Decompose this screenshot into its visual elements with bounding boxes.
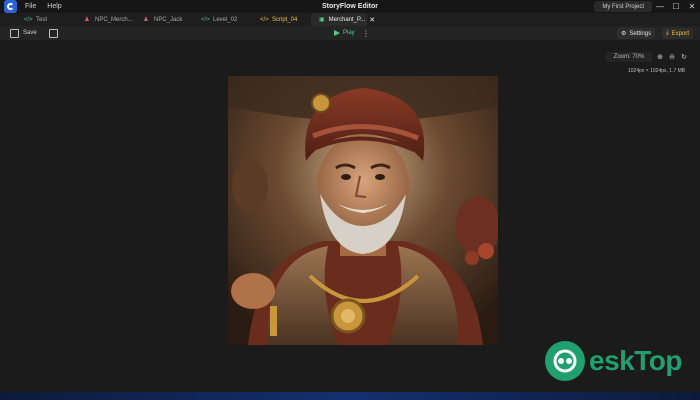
- code-icon: </>: [24, 16, 33, 23]
- gear-icon: ⚙: [621, 31, 627, 37]
- play-button[interactable]: Play: [334, 30, 355, 36]
- save-button[interactable]: Save: [0, 28, 43, 39]
- code-icon: </>: [201, 16, 210, 23]
- tab-label: Level_02: [213, 16, 238, 23]
- tab-test[interactable]: </> Test: [16, 13, 75, 26]
- watermark-logo-icon: [545, 341, 585, 381]
- play-label: Play: [343, 30, 355, 36]
- save-label: Save: [23, 30, 37, 36]
- close-tab-icon[interactable]: ✕: [369, 16, 375, 24]
- image-info: 1024px × 1024px, 1.7 MB: [628, 68, 686, 74]
- export-button[interactable]: ⤓ Export: [662, 28, 693, 39]
- title-bar: File Help StoryFlow Editor My First Proj…: [0, 0, 700, 13]
- tab-label: Test: [36, 16, 48, 23]
- tab-bar: </> Test ♟ NPC_Merch... ♟ NPC_Jack </> L…: [0, 13, 700, 26]
- desktop-taskbar-strip: [0, 392, 700, 400]
- menu-bar: File Help: [25, 3, 62, 10]
- more-options-icon[interactable]: ⋮: [362, 29, 370, 38]
- close-window-button[interactable]: ✕: [684, 0, 700, 13]
- zoom-level: Zoom: 70%: [606, 52, 652, 62]
- tab-level-02[interactable]: </> Level_02: [193, 13, 252, 26]
- character-icon: ♟: [84, 17, 90, 23]
- merchant-portrait-image: [228, 76, 498, 345]
- tab-npc-merchant[interactable]: ♟ NPC_Merch...: [75, 13, 134, 26]
- character-icon: ♟: [143, 17, 149, 23]
- download-icon: ⤓: [666, 30, 669, 36]
- tab-label: NPC_Jack: [154, 16, 183, 23]
- minimize-button[interactable]: —: [652, 0, 668, 13]
- maximize-button[interactable]: ☐: [668, 0, 684, 13]
- tab-script-04[interactable]: </> Script_04: [252, 13, 311, 26]
- zoom-out-icon[interactable]: ⊖: [667, 52, 677, 62]
- settings-button[interactable]: ⚙ Settings: [617, 28, 656, 39]
- desktop-watermark: eskTop: [545, 341, 682, 381]
- tab-label: NPC_Merch...: [95, 16, 133, 23]
- new-file-button[interactable]: [43, 28, 64, 39]
- menu-help[interactable]: Help: [47, 3, 61, 10]
- reset-zoom-icon[interactable]: ↻: [679, 52, 689, 62]
- app-logo-icon: [4, 0, 17, 13]
- save-icon: [10, 28, 19, 38]
- project-selector[interactable]: My First Project: [594, 1, 652, 12]
- tab-label: Script_04: [272, 16, 298, 23]
- tab-merchant-portrait[interactable]: ▣ Merchant_P... ✕: [311, 13, 375, 26]
- tab-label: Merchant_P...: [328, 16, 366, 23]
- watermark-text: eskTop: [589, 345, 682, 376]
- image-icon: ▣: [319, 17, 325, 23]
- settings-label: Settings: [629, 30, 652, 37]
- menu-file[interactable]: File: [25, 3, 36, 10]
- tab-npc-jack[interactable]: ♟ NPC_Jack: [134, 13, 193, 26]
- zoom-in-icon[interactable]: ⊕: [655, 52, 665, 62]
- toolbar: Save Play ⋮ ⚙ Settings ⤓ Export: [0, 26, 700, 41]
- export-label: Export: [671, 30, 689, 37]
- code-icon: </>: [260, 16, 269, 23]
- file-icon: [48, 28, 58, 38]
- play-icon: [334, 30, 340, 36]
- window-controls: — ☐ ✕: [652, 0, 700, 13]
